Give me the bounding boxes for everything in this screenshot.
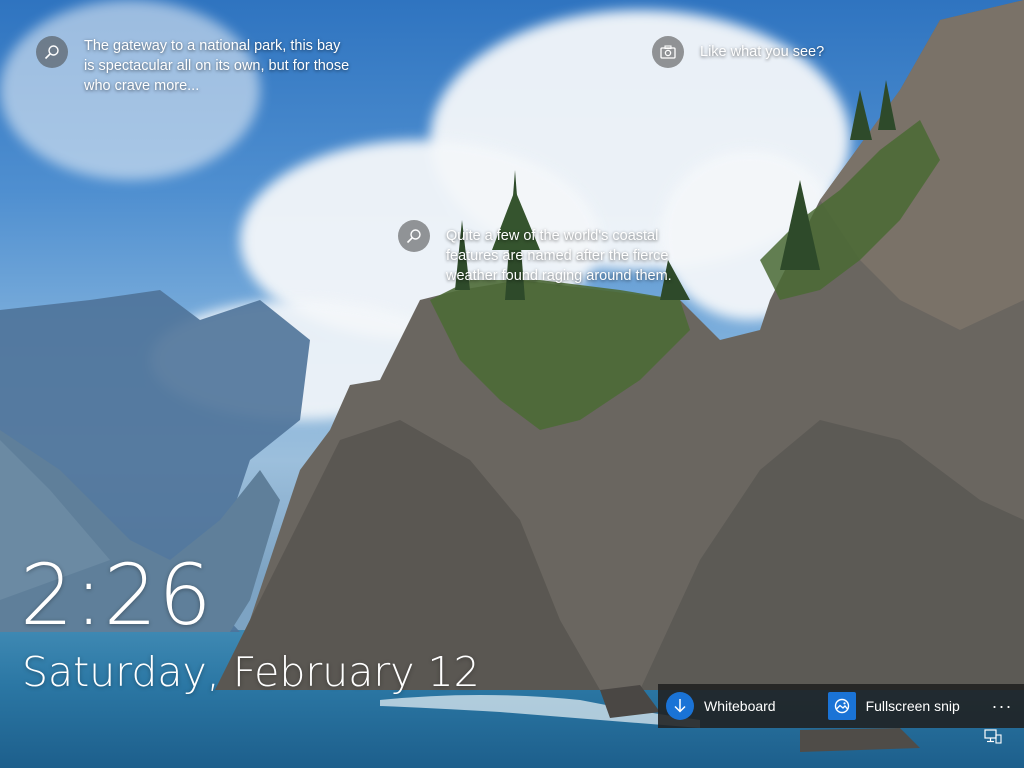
- camera-icon: [652, 36, 684, 68]
- lock-screen-date: Saturday, February 12: [22, 648, 480, 696]
- fullscreen-snip-label: Fullscreen snip: [865, 698, 960, 714]
- search-icon: [398, 220, 430, 252]
- spotlight-like-prompt[interactable]: Like what you see?: [652, 36, 824, 68]
- fullscreen-snip-button[interactable]: Fullscreen snip: [820, 684, 968, 728]
- whiteboard-label: Whiteboard: [704, 698, 776, 714]
- hotspot-text: Like what you see?: [700, 44, 825, 60]
- download-arrow-icon: [666, 692, 694, 720]
- whiteboard-button[interactable]: Whiteboard: [658, 684, 784, 728]
- search-icon: [36, 36, 68, 68]
- network-icon[interactable]: [984, 729, 1002, 745]
- pen-quick-actions-bar: Whiteboard Fullscreen snip ···: [658, 684, 1024, 728]
- lock-screen-time: 2:26: [20, 546, 213, 644]
- hotspot-text: Quite a few of the world's coastal featu…: [446, 228, 672, 284]
- hotspot-text: The gateway to a national park, this bay…: [84, 38, 350, 94]
- screenshot-image-icon: [827, 692, 856, 720]
- spotlight-hotspot-bay[interactable]: The gateway to a national park, this bay…: [36, 36, 349, 96]
- more-options-button[interactable]: ···: [980, 696, 1024, 717]
- spotlight-hotspot-coastal[interactable]: Quite a few of the world's coastal featu…: [398, 220, 672, 286]
